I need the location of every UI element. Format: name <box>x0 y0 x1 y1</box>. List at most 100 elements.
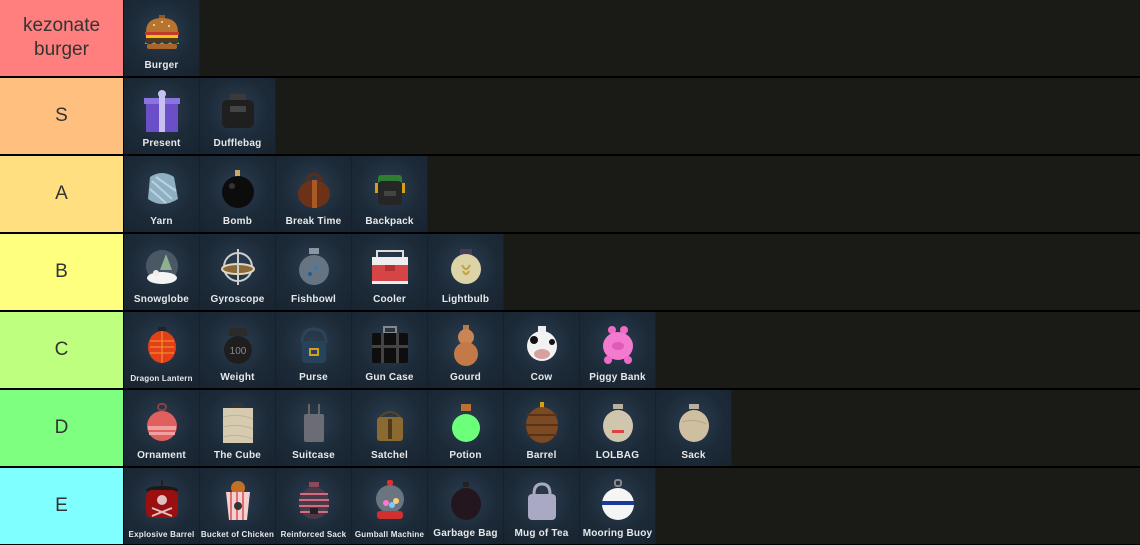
tier-item-name: Barrel <box>526 450 557 461</box>
tier-item[interactable]: Yarn <box>124 156 200 232</box>
tier-item-name: Bomb <box>222 216 253 227</box>
tier-item[interactable]: Piggy Bank <box>580 312 656 388</box>
gun-case-icon <box>369 324 411 366</box>
potion-icon <box>445 402 487 444</box>
tier-row: kezonate burger Burger <box>0 0 1140 76</box>
svg-text:100: 100 <box>229 346 246 357</box>
tier-item[interactable]: Break Time <box>276 156 352 232</box>
dufflebag-icon <box>217 90 259 132</box>
tier-item[interactable]: Present <box>124 78 200 154</box>
tier-label[interactable]: S <box>0 78 124 154</box>
tier-item[interactable]: Burger <box>124 0 200 76</box>
tier-item[interactable]: Mug of Tea <box>504 468 580 544</box>
tier-item[interactable]: Mooring Buoy <box>580 468 656 544</box>
tier-item[interactable]: Bucket of Chicken <box>200 468 276 544</box>
tier-item-name: Purse <box>299 372 328 383</box>
barrel-icon <box>521 402 563 444</box>
tier-row: B Snowglobe Gyroscope Fishbowl Cooler Lightbu… <box>0 234 1140 310</box>
gumball-machine-icon <box>369 480 411 522</box>
tier-item[interactable]: Dufflebag <box>200 78 276 154</box>
reinforced-sack-icon <box>293 480 335 522</box>
ornament-icon <box>141 402 183 444</box>
tier-items-dropzone[interactable]: Burger <box>124 0 1140 76</box>
tier-item-name: Present <box>142 138 181 149</box>
tier-item-name: Bucket of Chicken <box>200 530 275 539</box>
tier-items-dropzone[interactable]: Explosive Barrel Bucket of Chicken Reinfor… <box>124 468 1140 544</box>
tier-item-name: Dragon Lantern <box>130 374 193 383</box>
tier-item[interactable]: Sack <box>656 390 732 466</box>
tier-item[interactable]: LOLBAG <box>580 390 656 466</box>
tier-item[interactable]: Satchel <box>352 390 428 466</box>
tier-item[interactable]: Fishbowl <box>276 234 352 310</box>
bomb-icon <box>217 168 259 210</box>
tier-item[interactable]: Cow <box>504 312 580 388</box>
tier-item[interactable]: Potion <box>428 390 504 466</box>
tier-item[interactable]: Ornament <box>124 390 200 466</box>
tier-item-name: Satchel <box>371 450 408 461</box>
tier-item[interactable]: Bomb <box>200 156 276 232</box>
tier-item-name: Piggy Bank <box>589 372 646 383</box>
tier-item-name: Sack <box>681 450 706 461</box>
gyroscope-icon <box>217 246 259 288</box>
garbage-bag-icon <box>445 480 487 522</box>
tier-item[interactable]: Gyroscope <box>200 234 276 310</box>
fishbowl-icon <box>293 246 335 288</box>
tier-item-name: Garbage Bag <box>433 528 498 539</box>
tier-items-dropzone[interactable]: Present Dufflebag <box>124 78 1140 154</box>
tier-item-name: Mug of Tea <box>514 528 569 539</box>
tier-item-name: Potion <box>449 450 482 461</box>
tier-item-name: Snowglobe <box>133 294 190 305</box>
mug-of-tea-icon <box>521 480 563 522</box>
tier-item[interactable]: The Cube <box>200 390 276 466</box>
tier-item-name: Break Time <box>285 216 342 227</box>
tier-item-name: Weight <box>220 372 255 383</box>
tier-item[interactable]: Gumball Machine <box>352 468 428 544</box>
tier-item[interactable]: Suitcase <box>276 390 352 466</box>
tier-item-name: Gun Case <box>365 372 414 383</box>
burger-icon <box>141 12 183 54</box>
tier-item[interactable]: 100 Weight <box>200 312 276 388</box>
tier-item[interactable]: Explosive Barrel <box>124 468 200 544</box>
tier-item[interactable]: Lightbulb <box>428 234 504 310</box>
cow-icon <box>521 324 563 366</box>
satchel-icon <box>369 402 411 444</box>
tier-row: E Explosive Barrel Bucket of Chicken Reinfo… <box>0 468 1140 544</box>
tier-item[interactable]: Garbage Bag <box>428 468 504 544</box>
tier-label[interactable]: C <box>0 312 124 388</box>
tier-item[interactable]: Gun Case <box>352 312 428 388</box>
tier-row: C Dragon Lantern 100 Weight Purse Gun Case Gou… <box>0 312 1140 388</box>
tier-item[interactable]: Gourd <box>428 312 504 388</box>
tier-items-dropzone[interactable]: Yarn Bomb Break Time Backpack <box>124 156 1140 232</box>
tier-items-dropzone[interactable]: Dragon Lantern 100 Weight Purse Gun Case Gour… <box>124 312 1140 388</box>
tier-label[interactable]: A <box>0 156 124 232</box>
snowglobe-icon <box>141 246 183 288</box>
piggy-bank-icon <box>597 324 639 366</box>
tier-items-dropzone[interactable]: Ornament The Cube Suitcase Satchel Potion Bar… <box>124 390 1140 466</box>
explosive-barrel-icon <box>141 480 183 522</box>
tier-item-name: Explosive Barrel <box>128 530 195 539</box>
tier-item[interactable]: Cooler <box>352 234 428 310</box>
tier-item-name: Cooler <box>373 294 406 305</box>
tier-label[interactable]: E <box>0 468 124 544</box>
tier-item[interactable]: Dragon Lantern <box>124 312 200 388</box>
tier-item[interactable]: Snowglobe <box>124 234 200 310</box>
tier-row: S Present Dufflebag <box>0 78 1140 154</box>
tier-item-name: Gourd <box>450 372 481 383</box>
tier-item[interactable]: Reinforced Sack <box>276 468 352 544</box>
tier-label[interactable]: kezonate burger <box>0 0 124 76</box>
tier-item[interactable]: Barrel <box>504 390 580 466</box>
tier-label[interactable]: D <box>0 390 124 466</box>
tier-item-name: Reinforced Sack <box>280 530 347 539</box>
dragon-lantern-icon <box>141 324 183 366</box>
tier-item-name: The Cube <box>213 450 262 461</box>
tier-label[interactable]: B <box>0 234 124 310</box>
lolbag-icon <box>597 402 639 444</box>
tier-row: A Yarn Bomb Break Time Backpack <box>0 156 1140 232</box>
tier-items-dropzone[interactable]: Snowglobe Gyroscope Fishbowl Cooler Lightbul… <box>124 234 1140 310</box>
tier-item[interactable]: Purse <box>276 312 352 388</box>
break-time-icon <box>293 168 335 210</box>
yarn-icon <box>141 168 183 210</box>
tier-item[interactable]: Backpack <box>352 156 428 232</box>
backpack-icon <box>369 168 411 210</box>
tier-item-name: Cow <box>530 372 553 383</box>
